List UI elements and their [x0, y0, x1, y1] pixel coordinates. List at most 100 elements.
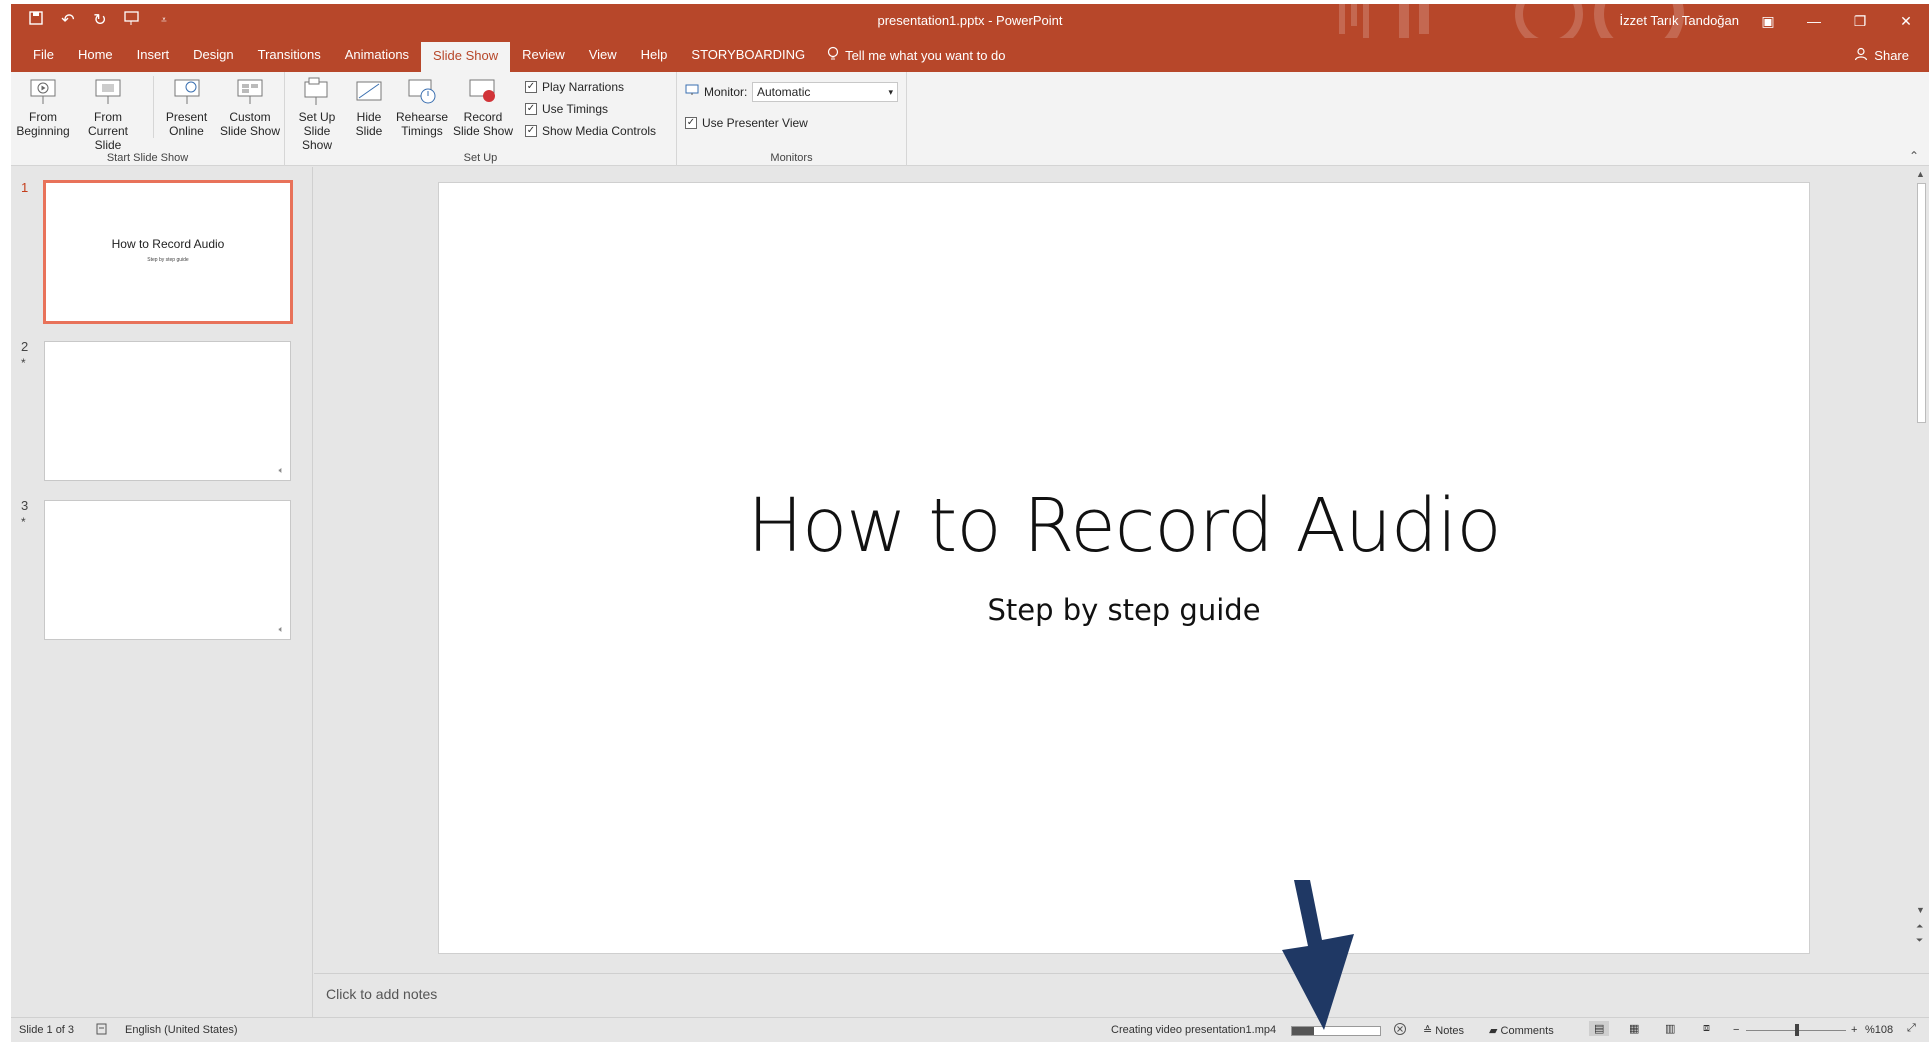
record-slide-show-button[interactable]: Record Slide Show: [451, 76, 515, 138]
show-media-controls-label: Show Media Controls: [542, 124, 657, 138]
monitor-icon: [685, 84, 699, 99]
slide-thumbnail-1[interactable]: How to Record Audio Step by step guide: [43, 180, 293, 324]
slide-title[interactable]: How to Record Audio: [439, 483, 1809, 569]
tab-transitions[interactable]: Transitions: [246, 38, 333, 72]
slide-subtitle[interactable]: Step by step guide: [439, 593, 1809, 627]
group-monitors: Monitor: Automatic ▾ ✓ Use Presenter Vie…: [677, 72, 907, 166]
tab-slide-show[interactable]: Slide Show: [421, 42, 511, 72]
comment-icon: ▰: [1489, 1025, 1498, 1037]
hide-slide-icon: [356, 81, 382, 101]
present-online-button[interactable]: Present Online: [153, 76, 213, 138]
custom-slide-show-icon: [237, 79, 263, 104]
set-up-slide-show-button[interactable]: Set Up Slide Show: [289, 76, 345, 152]
scroll-up-icon[interactable]: ▲: [1916, 169, 1925, 179]
language[interactable]: English (United States): [125, 1024, 238, 1036]
play-narrations-label: Play Narrations: [542, 80, 625, 94]
tell-me-search[interactable]: Tell me what you want to do: [827, 46, 1006, 65]
use-presenter-view-checkbox[interactable]: ✓ Use Presenter View: [685, 116, 808, 130]
tab-help[interactable]: Help: [629, 38, 680, 72]
next-slide-icon[interactable]: ⏷: [1916, 935, 1923, 946]
notes-button[interactable]: ≙ Notes: [1423, 1024, 1464, 1037]
share-button[interactable]: Share: [1854, 47, 1909, 64]
zoom-in-icon[interactable]: +: [1851, 1024, 1857, 1036]
close-icon[interactable]: ✕: [1883, 4, 1929, 38]
ribbon-tabs-bar: File Home Insert Design Transitions Anim…: [11, 38, 1929, 72]
spelling-check-icon[interactable]: [95, 1022, 109, 1039]
hide-slide-label: Hide Slide: [355, 110, 383, 138]
notes-pane[interactable]: Click to add notes: [314, 973, 1929, 1017]
scroll-thumb[interactable]: [1917, 183, 1926, 423]
minimize-icon[interactable]: —: [1791, 4, 1837, 38]
tab-review[interactable]: Review: [510, 38, 577, 72]
from-beginning-label: From Beginning: [16, 110, 70, 138]
play-narrations-checkbox[interactable]: ✓ Play Narrations: [525, 80, 624, 94]
share-label: Share: [1874, 48, 1909, 63]
from-beginning-icon: [30, 79, 56, 104]
slide-show-view-icon[interactable]: ⧈: [1703, 1022, 1710, 1035]
from-current-slide-button[interactable]: From Current Slide: [73, 76, 143, 152]
scroll-down-icon[interactable]: ▼: [1916, 905, 1925, 915]
current-slide[interactable]: How to Record Audio Step by step guide: [438, 182, 1810, 954]
use-timings-checkbox[interactable]: ✓ Use Timings: [525, 102, 608, 116]
thumbnail-number: 2: [21, 339, 29, 354]
thumbnail-number: 1: [21, 180, 29, 195]
slide-sorter-icon[interactable]: ▦: [1629, 1022, 1639, 1035]
slide-thumbnails-pane: 1 How to Record Audio Step by step guide…: [11, 167, 313, 1017]
group-label-start: Start Slide Show: [106, 152, 189, 164]
cancel-icon[interactable]: [1393, 1022, 1407, 1039]
comments-button[interactable]: ▰ Comments: [1489, 1024, 1554, 1037]
show-media-controls-checkbox[interactable]: ✓ Show Media Controls: [525, 124, 656, 138]
rehearse-timings-button[interactable]: Rehearse Timings: [395, 76, 449, 138]
set-up-slide-show-label: Set Up Slide Show: [298, 110, 336, 152]
person-icon: [1854, 47, 1868, 64]
ribbon-display-options-icon[interactable]: ▣: [1745, 4, 1791, 38]
zoom-slider-knob[interactable]: [1795, 1024, 1799, 1036]
checkbox-checked-icon[interactable]: ✓: [525, 103, 537, 115]
slide-thumbnail-3[interactable]: 🔈︎: [44, 500, 291, 640]
tab-view[interactable]: View: [577, 38, 629, 72]
fit-to-window-icon[interactable]: ⤢: [1907, 1022, 1916, 1035]
zoom-out-icon[interactable]: −: [1733, 1024, 1739, 1036]
tab-animations[interactable]: Animations: [333, 38, 421, 72]
slide-count[interactable]: Slide 1 of 3: [19, 1024, 74, 1036]
checkbox-checked-icon[interactable]: ✓: [525, 125, 537, 137]
restore-icon[interactable]: ❐: [1837, 4, 1883, 38]
tab-home[interactable]: Home: [66, 38, 125, 72]
user-name[interactable]: İzzet Tarık Tandoğan: [1620, 13, 1740, 28]
custom-slide-show-button[interactable]: Custom Slide Show: [215, 76, 285, 138]
normal-view-icon[interactable]: ▤: [1589, 1021, 1610, 1036]
tab-storyboarding[interactable]: STORYBOARDING: [679, 38, 817, 72]
previous-slide-icon[interactable]: ⏶: [1916, 921, 1923, 932]
record-slide-show-icon: [469, 79, 495, 102]
rehearse-timings-label: Rehearse Timings: [395, 110, 449, 138]
slide-thumbnail-2[interactable]: 🔈︎: [44, 341, 291, 481]
slide-editor: How to Record Audio Step by step guide: [314, 167, 1914, 973]
monitor-row: Monitor:: [685, 84, 747, 99]
notes-placeholder: Click to add notes: [326, 986, 438, 1002]
monitor-dropdown-value: Automatic: [757, 85, 811, 99]
hide-slide-button[interactable]: Hide Slide: [349, 76, 389, 138]
notes-label: Notes: [1435, 1025, 1465, 1037]
monitor-label: Monitor:: [704, 84, 748, 99]
from-beginning-button[interactable]: From Beginning: [16, 76, 70, 138]
tab-insert[interactable]: Insert: [125, 38, 182, 72]
use-presenter-view-label: Use Presenter View: [702, 116, 808, 130]
present-online-icon: [174, 79, 199, 104]
reading-view-icon[interactable]: ▥: [1665, 1022, 1675, 1035]
tab-file[interactable]: File: [21, 38, 66, 72]
zoom-level[interactable]: %108: [1865, 1024, 1893, 1036]
collapse-ribbon-icon[interactable]: ⌃: [1909, 149, 1919, 163]
from-current-slide-icon: [95, 79, 121, 104]
set-up-slide-show-icon: [304, 77, 328, 105]
record-slide-show-label: Record Slide Show: [452, 110, 514, 138]
chevron-down-icon: ▾: [888, 87, 893, 97]
tab-design[interactable]: Design: [181, 38, 245, 72]
app-frame: ↶ ↻ ⩡ presentation1.pptx - PowerPoint İz…: [11, 4, 1929, 1042]
monitor-dropdown[interactable]: Automatic ▾: [752, 82, 898, 102]
creating-video-status: Creating video presentation1.mp4: [1111, 1024, 1277, 1036]
vertical-scrollbar[interactable]: ▲ ▼ ⏶ ⏷: [1914, 167, 1929, 973]
checkbox-checked-icon[interactable]: ✓: [685, 117, 697, 129]
notes-icon: ≙: [1423, 1025, 1433, 1037]
annotation-arrow-icon: [1282, 880, 1354, 1030]
checkbox-checked-icon[interactable]: ✓: [525, 81, 537, 93]
